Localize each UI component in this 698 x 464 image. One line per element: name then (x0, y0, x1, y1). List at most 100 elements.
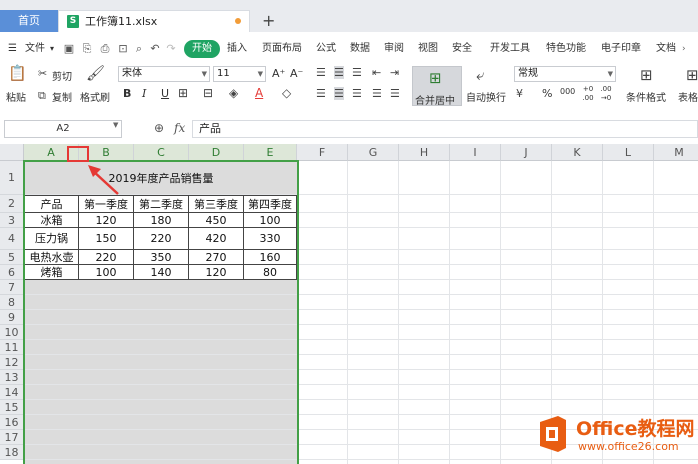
tab-special-features[interactable]: 特色功能 (546, 38, 586, 60)
column-header-h[interactable]: H (399, 144, 450, 161)
export-pdf-icon[interactable]: ⎘ (80, 42, 94, 56)
row-header-16[interactable]: 16 (0, 415, 24, 430)
align-bottom-icon[interactable]: ☰ (352, 66, 362, 79)
cut-button[interactable]: 剪切 (52, 68, 72, 83)
wrap-text-icon[interactable]: ⤶ (476, 66, 484, 84)
column-header-m[interactable]: M (654, 144, 698, 161)
copy-button[interactable]: 复制 (52, 89, 72, 104)
indent-increase-icon[interactable]: ⇥ (390, 66, 399, 79)
tab-document[interactable]: 文档 (656, 38, 676, 60)
row-header-9[interactable]: 9 (0, 310, 24, 325)
column-header-f[interactable]: F (297, 144, 348, 161)
font-size-select[interactable]: 11 ▼ (213, 66, 266, 82)
column-header-c[interactable]: C (134, 144, 189, 161)
font-name-select[interactable]: 宋体 ▼ (118, 66, 210, 82)
tab-formulas[interactable]: 公式 (316, 38, 336, 60)
row-header-18[interactable]: 18 (0, 445, 24, 460)
row-header-14[interactable]: 14 (0, 385, 24, 400)
align-right-icon[interactable]: ☰ (352, 87, 362, 100)
currency-icon[interactable]: ¥ (516, 87, 523, 100)
formula-input[interactable]: 产品 (192, 120, 698, 138)
distributed-icon[interactable]: ☰ (390, 87, 400, 100)
save-icon[interactable]: ▣ (62, 42, 76, 56)
scroll-right-icon[interactable]: › (682, 38, 686, 60)
wrap-text-button[interactable]: 自动换行 (466, 89, 506, 104)
conditional-format-button[interactable]: 条件格式 (626, 89, 666, 104)
tab-start[interactable]: 开始 (184, 40, 220, 58)
increase-decimal-button[interactable]: +0 .00 (580, 85, 596, 105)
align-middle-icon[interactable]: ☰ (334, 66, 344, 79)
column-header-i[interactable]: I (450, 144, 501, 161)
row-header-5[interactable]: 5 (0, 250, 24, 265)
percent-button[interactable]: % (542, 87, 552, 100)
row-header-4[interactable]: 4 (0, 228, 24, 250)
align-left-icon[interactable]: ☰ (316, 87, 326, 100)
eraser-icon[interactable]: ◇ (282, 86, 291, 100)
menu-file[interactable]: 文件 (25, 38, 45, 60)
font-color-button[interactable]: A (255, 86, 263, 100)
underline-button[interactable]: U (161, 87, 169, 100)
align-top-icon[interactable]: ☰ (316, 66, 326, 79)
row-header-11[interactable]: 11 (0, 340, 24, 355)
indent-decrease-icon[interactable]: ⇤ (372, 66, 381, 79)
row-header-6[interactable]: 6 (0, 265, 24, 280)
row-header-1[interactable]: 1 (0, 161, 24, 195)
number-format-select[interactable]: 常规 ▼ (514, 66, 616, 82)
justify-icon[interactable]: ☰ (372, 87, 382, 100)
tab-review[interactable]: 审阅 (384, 38, 404, 60)
column-header-k[interactable]: K (552, 144, 603, 161)
chevron-down-icon[interactable]: ▼ (113, 121, 118, 129)
tab-view[interactable]: 视图 (418, 38, 438, 60)
select-all-corner[interactable] (0, 144, 24, 161)
fill-color-icon[interactable]: ◈ (229, 86, 238, 100)
chevron-down-icon[interactable]: ▾ (50, 38, 54, 60)
column-header-j[interactable]: J (501, 144, 552, 161)
decrease-decimal-button[interactable]: .00 →0 (598, 85, 614, 105)
italic-button[interactable]: I (142, 87, 146, 100)
tab-security[interactable]: 安全 (452, 38, 472, 60)
tab-home[interactable]: 首页 (0, 10, 58, 32)
conditional-format-icon[interactable]: ⊞ (640, 66, 653, 84)
table-style-button[interactable]: 表格 (678, 89, 698, 104)
row-header-15[interactable]: 15 (0, 400, 24, 415)
merge-center-button[interactable]: ⊞ 合并居中 (412, 66, 462, 107)
fx-icon[interactable]: fx (174, 121, 185, 135)
tab-workbook[interactable]: S 工作簿11.xlsx (58, 10, 250, 32)
row-header-8[interactable]: 8 (0, 295, 24, 310)
tab-insert[interactable]: 插入 (227, 38, 247, 60)
new-tab-button[interactable]: + (262, 12, 275, 30)
column-header-d[interactable]: D (189, 144, 244, 161)
preview-icon[interactable]: ⌕ (132, 42, 146, 56)
row-header-10[interactable]: 10 (0, 325, 24, 340)
print-preview-icon[interactable]: ⊡ (116, 42, 130, 56)
tab-data[interactable]: 数据 (350, 38, 370, 60)
column-header-e[interactable]: E (244, 144, 297, 161)
row-header-17[interactable]: 17 (0, 430, 24, 445)
table-style-icon[interactable]: ⊞ (686, 66, 698, 84)
border-icon[interactable]: ⊞ (178, 86, 188, 100)
zoom-search-icon[interactable]: ⊕ (154, 121, 164, 135)
column-header-g[interactable]: G (348, 144, 399, 161)
row-header-12[interactable]: 12 (0, 355, 24, 370)
row-header-3[interactable]: 3 (0, 213, 24, 228)
bold-button[interactable]: B (123, 87, 131, 100)
thousands-button[interactable]: 000 (560, 87, 575, 96)
align-center-icon[interactable]: ☰ (334, 87, 344, 100)
tab-developer[interactable]: 开发工具 (490, 38, 530, 60)
format-painter-button[interactable]: 格式刷 (80, 89, 110, 104)
tab-e-seal[interactable]: 电子印章 (601, 38, 641, 60)
font-grow-button[interactable]: A⁺ (272, 67, 285, 80)
print-icon[interactable]: ⎙ (98, 42, 112, 56)
cell-style-icon[interactable]: ⊟ (203, 86, 213, 100)
tab-page-layout[interactable]: 页面布局 (262, 38, 302, 60)
row-header-2[interactable]: 2 (0, 195, 24, 213)
name-box[interactable]: A2 (4, 120, 122, 138)
undo-icon[interactable]: ↶ (148, 42, 162, 56)
font-shrink-button[interactable]: A⁻ (290, 67, 303, 80)
paste-button[interactable]: 粘贴 (6, 89, 26, 104)
row-header-7[interactable]: 7 (0, 280, 24, 295)
hamburger-icon[interactable]: ☰ (8, 38, 17, 60)
paste-icon[interactable]: 📋 (8, 64, 27, 82)
row-header-13[interactable]: 13 (0, 370, 24, 385)
column-header-l[interactable]: L (603, 144, 654, 161)
